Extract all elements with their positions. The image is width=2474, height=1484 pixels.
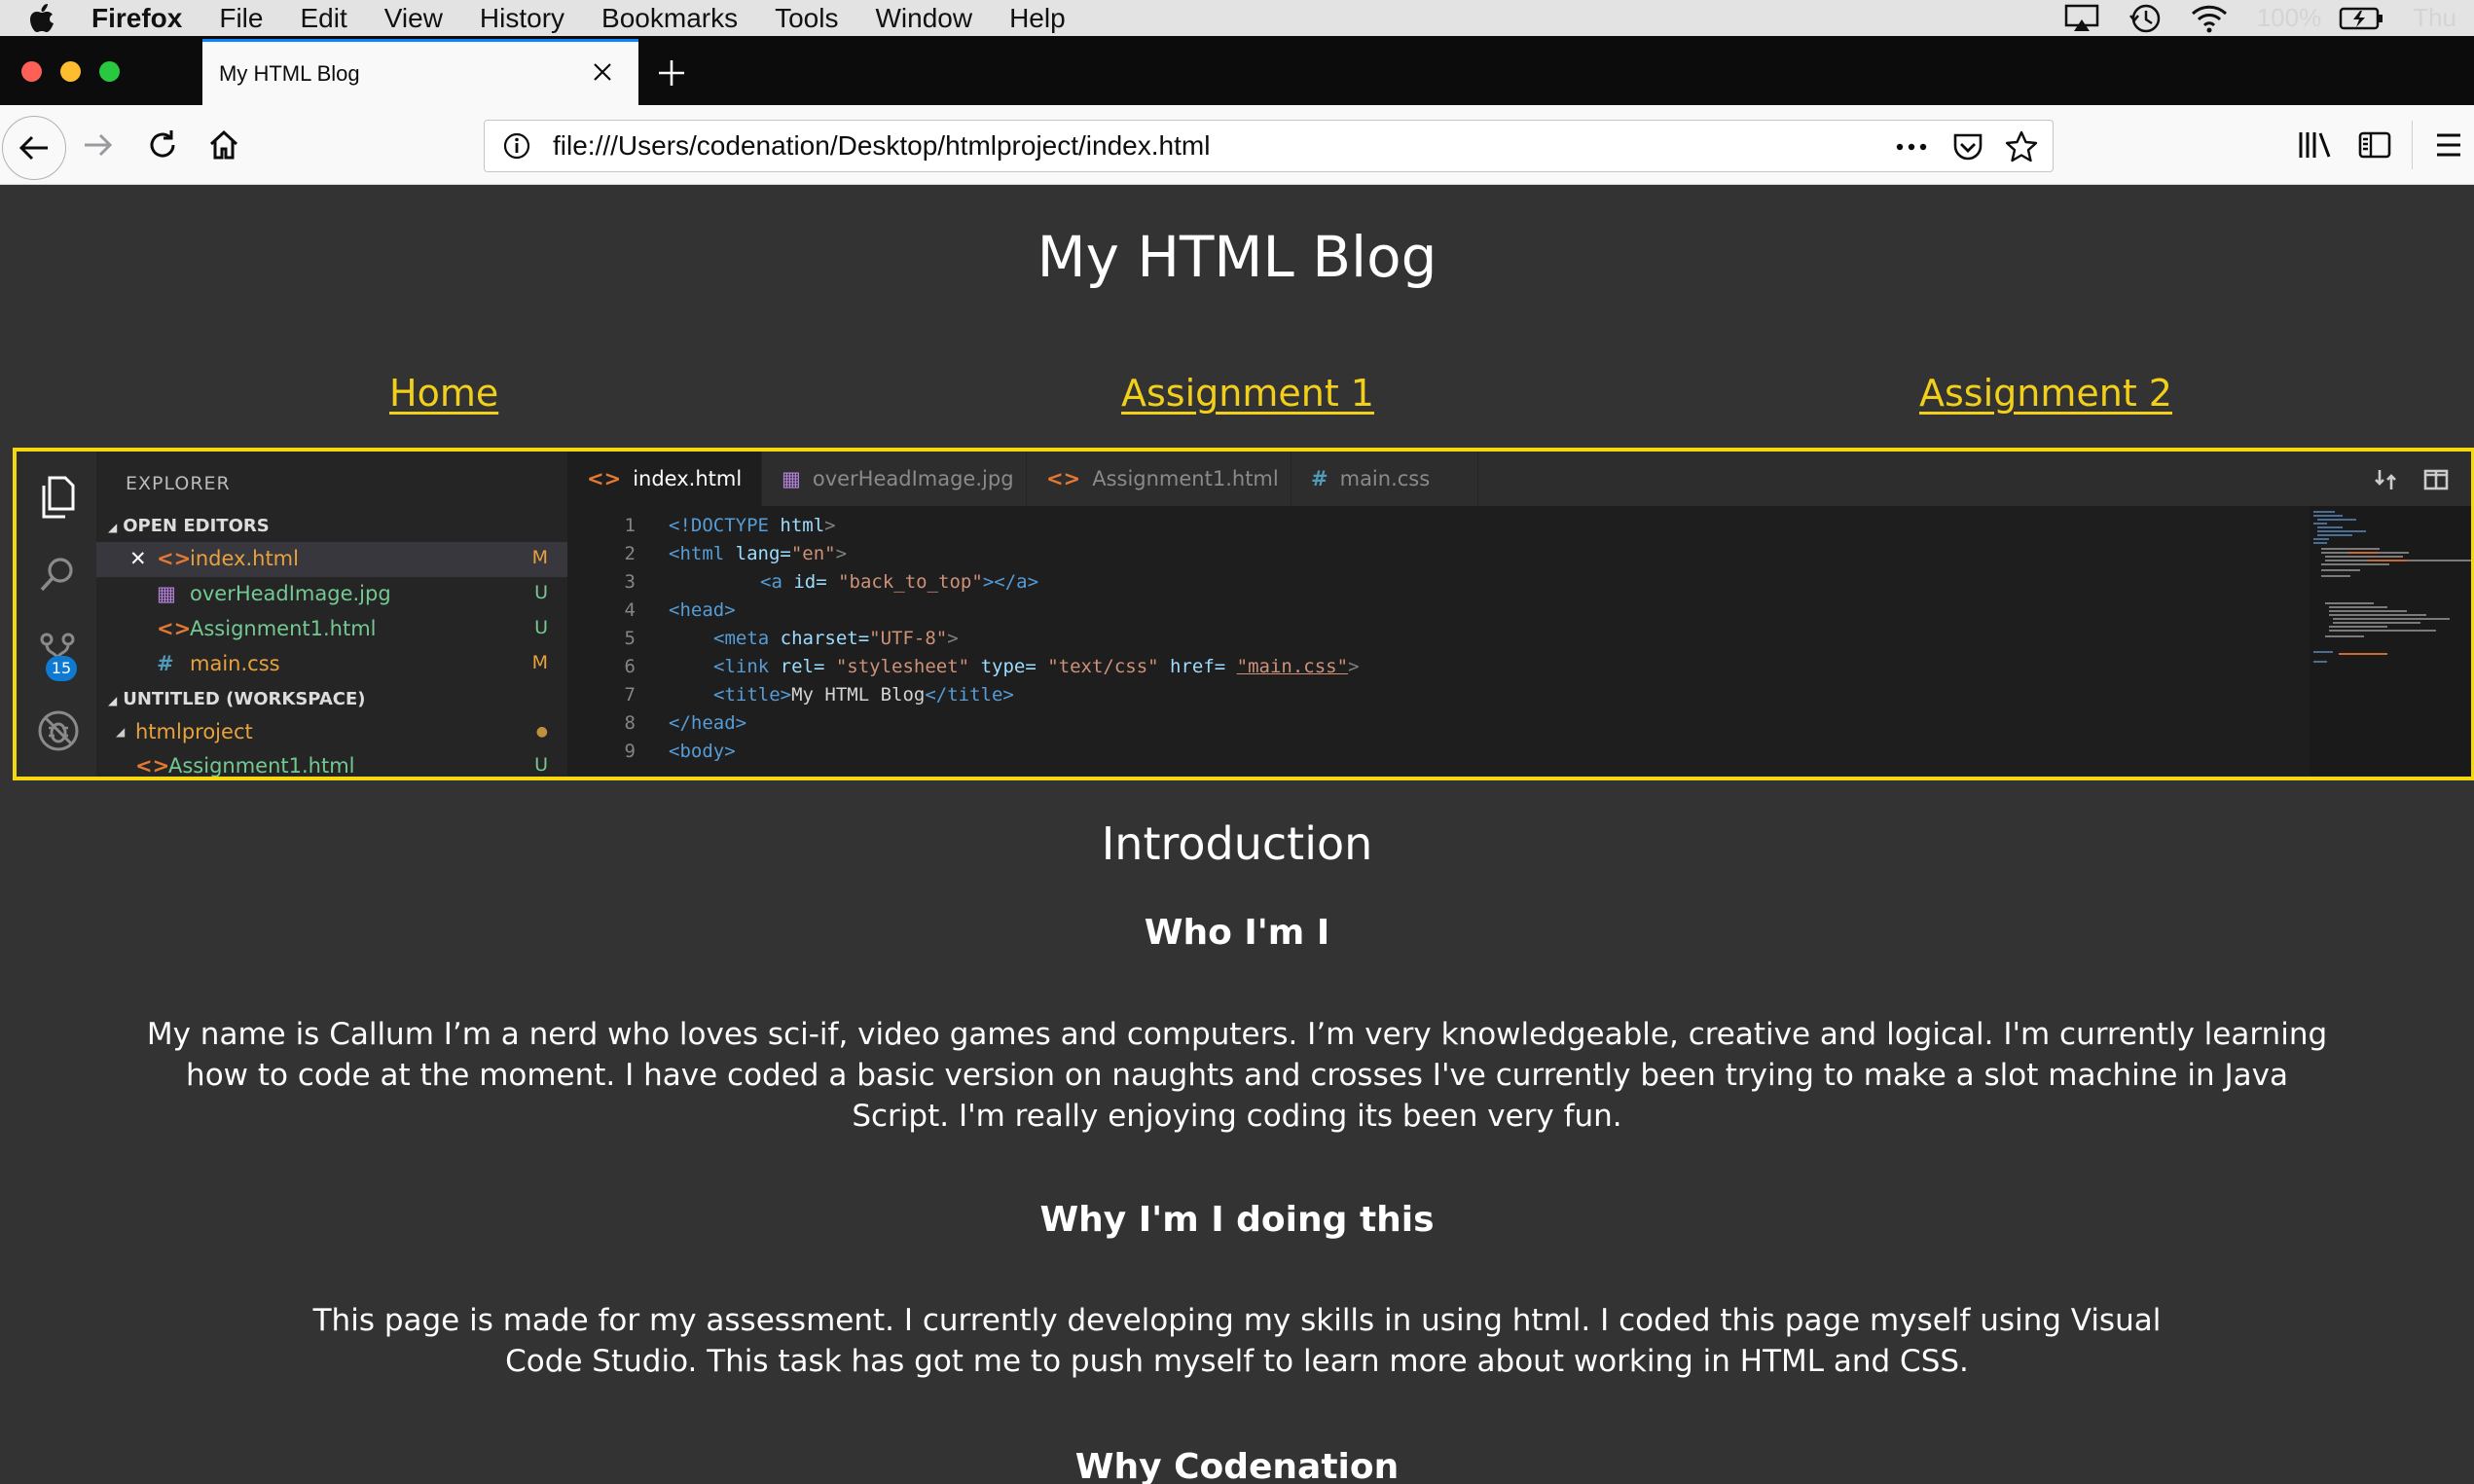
window-zoom-button[interactable] (99, 61, 120, 82)
explorer-title: EXPLORER (126, 473, 231, 494)
open-editors-header[interactable]: ◢ OPEN EDITORS (108, 516, 270, 536)
battery-percent: 100% (2256, 3, 2322, 32)
menu-tools[interactable]: Tools (775, 3, 838, 34)
scm-count-badge: 15 (46, 656, 77, 681)
open-editor-overheadimage[interactable]: ▦ overHeadImage.jpg U (96, 577, 567, 612)
introduction-heading: Introduction (1101, 817, 1373, 870)
menu-history[interactable]: History (480, 3, 564, 34)
editor-tabs: <>index.html ✕ ▦overHeadImage.jpg <>Assi… (567, 452, 2471, 506)
code-editor: <>index.html ✕ ▦overHeadImage.jpg <>Assi… (567, 452, 2471, 777)
site-info-icon[interactable] (502, 131, 531, 161)
html-file-icon: <> (157, 547, 192, 570)
home-icon (209, 129, 238, 160)
editor-tab-main-css[interactable]: # main.css (1292, 452, 1478, 506)
section-paragraph-who: My name is Callum I’m a nerd who loves s… (146, 1017, 2328, 1134)
menu-help[interactable]: Help (1009, 3, 1066, 34)
open-menu-button[interactable] (2427, 124, 2470, 166)
vscode-screenshot-image: 15 EXPLORER ◢ OPEN EDITORS ✕ <> index.htm… (13, 448, 2474, 780)
menu-app-name[interactable]: Firefox (91, 3, 182, 34)
menu-file[interactable]: File (219, 3, 263, 34)
reload-button[interactable] (141, 124, 184, 166)
explorer-panel: EXPLORER ◢ OPEN EDITORS ✕ <> index.html M… (96, 452, 567, 778)
airplay-icon[interactable] (2064, 4, 2099, 33)
search-icon (38, 555, 77, 597)
bookmark-star-icon[interactable] (2004, 129, 2039, 164)
time-machine-icon[interactable] (2128, 2, 2162, 35)
activity-bar: 15 (17, 452, 96, 777)
home-button[interactable] (202, 124, 245, 166)
editor-tab-assignment1[interactable]: <> Assignment1.html (1027, 452, 1292, 506)
menu-bookmarks[interactable]: Bookmarks (601, 3, 738, 34)
editor-tab-index-html[interactable]: <>index.html ✕ (567, 452, 777, 506)
plus-icon (659, 60, 684, 86)
apple-icon[interactable] (29, 3, 58, 33)
toolbar-separator (2412, 121, 2413, 169)
close-editor-icon[interactable]: ✕ (129, 547, 147, 570)
open-editor-assignment1[interactable]: <> Assignment1.html U (96, 612, 567, 647)
nav-link-assignment-2[interactable]: Assignment 2 (1919, 372, 2172, 415)
new-tab-button[interactable] (652, 54, 691, 92)
css-file-icon: # (157, 652, 174, 675)
section-paragraph-why: This page is made for my assessment. I c… (312, 1303, 2162, 1379)
debug-icon (36, 708, 81, 757)
forward-button[interactable] (80, 124, 119, 166)
back-button[interactable] (2, 116, 66, 180)
wifi-icon[interactable] (2191, 4, 2228, 33)
window-close-button[interactable] (21, 61, 42, 82)
open-editor-index-html[interactable]: ✕ <> index.html M (96, 542, 567, 577)
close-tab-icon[interactable] (588, 55, 617, 89)
workspace-header[interactable]: ◢ UNTITLED (WORKSPACE) (108, 689, 366, 709)
sidebar-toggle-button[interactable] (2353, 124, 2396, 166)
nav-link-home[interactable]: Home (389, 372, 498, 415)
image-file-icon: ▦ (157, 582, 176, 605)
library-icon (2299, 132, 2331, 158)
blog-title: My HTML Blog (1037, 224, 1437, 290)
html-file-icon: <> (157, 617, 192, 640)
pocket-icon[interactable] (1951, 130, 1984, 163)
forward-arrow-icon (85, 133, 113, 157)
hamburger-menu-icon (2437, 133, 2460, 157)
section-heading-why: Why I'm I doing this (1039, 1200, 1435, 1240)
minimap (2310, 506, 2471, 777)
back-arrow-icon (18, 135, 48, 161)
open-editor-main-css[interactable]: # main.css M (96, 647, 567, 682)
url-bar[interactable]: file:///Users/codenation/Desktop/htmlpro… (484, 120, 2054, 172)
open-changes-icon[interactable] (2372, 466, 2399, 497)
macos-menu-bar: Firefox File Edit View History Bookmarks… (0, 0, 2474, 36)
modified-dot: ● (535, 724, 548, 740)
nav-link-assignment-1[interactable]: Assignment 1 (1121, 372, 1374, 415)
sidebar-icon (2358, 131, 2391, 159)
browser-nav-bar: file:///Users/codenation/Desktop/htmlpro… (0, 105, 2474, 185)
folder-htmlproject[interactable]: ◢ htmlproject ● (96, 715, 567, 750)
files-icon (38, 476, 77, 523)
library-button[interactable] (2293, 124, 2336, 166)
page-actions-icon[interactable] (1895, 132, 1928, 162)
reload-icon (150, 130, 175, 158)
menu-view[interactable]: View (384, 3, 443, 34)
page-content: My HTML Blog Home Assignment 1 Assignmen… (0, 185, 2474, 1484)
battery-icon[interactable] (2339, 6, 2383, 31)
window-minimize-button[interactable] (60, 61, 81, 82)
browser-tab-active[interactable]: My HTML Blog (202, 39, 638, 105)
workspace-file-assignment1[interactable]: <> Assignment1.html U (96, 749, 567, 778)
tab-title: My HTML Blog (219, 60, 360, 86)
editor-tab-overheadimage[interactable]: ▦ overHeadImage.jpg (762, 452, 1027, 506)
menubar-clock[interactable]: Thu (2413, 3, 2456, 33)
url-text[interactable]: file:///Users/codenation/Desktop/htmlpro… (553, 130, 1210, 162)
html-file-icon: <> (135, 754, 170, 778)
split-editor-icon[interactable] (2422, 466, 2450, 497)
menu-edit[interactable]: Edit (300, 3, 346, 34)
section-heading-codenation: Why Codenation (1074, 1447, 1400, 1484)
menu-window[interactable]: Window (875, 3, 972, 34)
section-heading-who: Who I'm I (1144, 913, 1330, 953)
